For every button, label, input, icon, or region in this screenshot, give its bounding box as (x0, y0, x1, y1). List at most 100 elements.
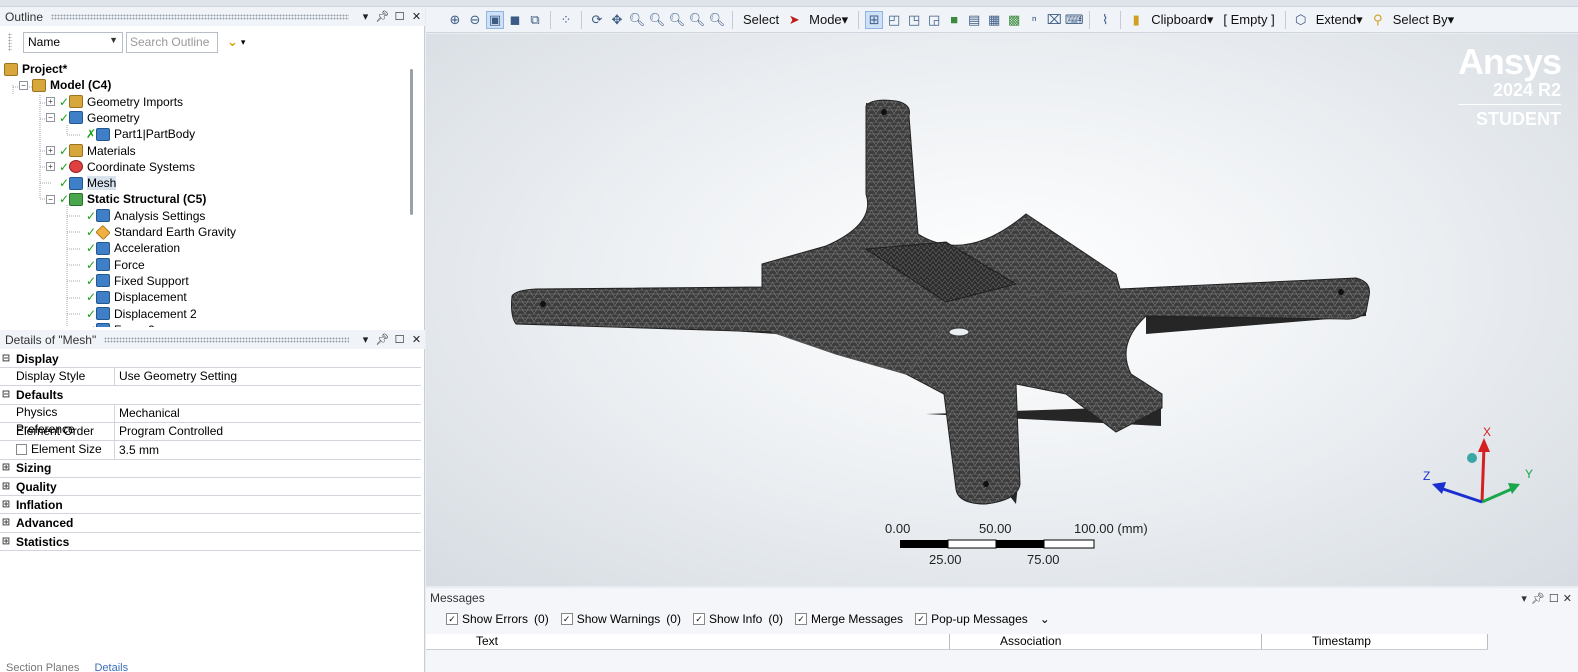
tree-item[interactable]: − ✓ Geometry (46, 110, 140, 126)
collapse-icon[interactable]: − (46, 194, 55, 204)
zoom-to-fit-icon[interactable]: ⊕ (446, 11, 464, 29)
select-cursor-icon[interactable]: ➤ (785, 11, 803, 29)
column-association[interactable]: Association (950, 634, 1262, 649)
select-edge-icon[interactable]: ◳ (905, 11, 923, 29)
box-zoom-icon[interactable]: ◼ (506, 11, 524, 29)
view-cube-icon[interactable]: ▣ (486, 10, 504, 29)
message-option[interactable]: ✓ Show Warnings (0) (560, 612, 681, 626)
mode-dropdown[interactable]: Mode▾ (805, 12, 852, 28)
property-value[interactable]: Use Geometry Setting (115, 368, 421, 385)
rotate-icon[interactable]: ⟳ (588, 11, 606, 29)
select-element-face-icon[interactable]: ▤ (965, 11, 983, 29)
collapse-icon[interactable]: − (46, 113, 55, 123)
select-button[interactable]: Select (739, 12, 783, 27)
details-group-row[interactable]: ⊞ Quality (0, 478, 421, 497)
select-face-icon[interactable]: ◲ (925, 11, 943, 29)
tree-item[interactable]: ✓ Mesh (59, 175, 117, 191)
tree-item[interactable]: + ✓ Geometry Imports (46, 94, 183, 110)
graphics-viewport[interactable]: Ansys 2024 R2 STUDENT 0.00 50.00 100.00 … (426, 34, 1578, 586)
tree-item[interactable]: ✓ Force (86, 257, 145, 273)
search-outline-input[interactable]: Search Outline (126, 31, 218, 53)
select-by-icon[interactable]: ⚲ (1369, 11, 1387, 29)
column-text[interactable]: Text (426, 634, 950, 649)
clipboard-icon[interactable]: ▮ (1127, 11, 1145, 29)
option-checkbox[interactable]: ✓ (692, 613, 705, 625)
outline-name-combo[interactable]: Name ▼ (23, 31, 123, 53)
option-checkbox[interactable]: ✓ (915, 613, 928, 625)
display-mode-icon[interactable]: ⧉ (526, 11, 544, 29)
parameter-checkbox[interactable] (16, 444, 27, 456)
probe-icon[interactable]: ⌨ (1065, 11, 1084, 29)
close-icon[interactable]: ✕ (408, 10, 425, 23)
extend-dropdown[interactable]: Extend▾ (1312, 12, 1367, 28)
panel-menu-icon[interactable]: ▾ (1521, 592, 1527, 605)
details-group-row[interactable]: ⊞ Sizing (0, 460, 421, 478)
select-node-icon[interactable]: ▩ (1005, 11, 1023, 29)
details-group-row[interactable]: ⊞ Inflation (0, 496, 421, 515)
tree-item[interactable]: ✗ Part1|PartBody (86, 126, 195, 142)
expand-icon[interactable]: ⊞ (0, 514, 12, 532)
tree-item[interactable]: ✓ Analysis Settings (86, 208, 205, 224)
zoom-icon[interactable]: 🔍︎ (628, 11, 646, 29)
clipboard-dropdown[interactable]: Clipboard▾ (1147, 12, 1217, 28)
label-icon[interactable]: ⌧ (1045, 11, 1063, 29)
extend-icon[interactable]: ⬡ (1292, 11, 1310, 29)
message-option[interactable]: ✓ Pop-up Messages (915, 612, 1028, 626)
expand-icon[interactable]: ⊞ (0, 478, 12, 496)
mesh-model[interactable] (426, 34, 1578, 586)
maximize-icon[interactable]: ☐ (391, 10, 408, 23)
details-group-row[interactable]: ⊟ Defaults (0, 387, 421, 405)
details-property-row[interactable]: Element Order Program Controlled (0, 422, 421, 442)
details-property-row[interactable]: Display Style Use Geometry Setting (0, 367, 421, 387)
details-group-row[interactable]: ⊟ Display (0, 350, 421, 368)
option-checkbox[interactable]: ✓ (795, 613, 808, 625)
tab-details[interactable]: Details (88, 662, 134, 672)
tree-item[interactable]: ✓ Fixed Support (86, 273, 189, 289)
close-icon[interactable]: ✕ (1563, 592, 1572, 605)
panel-menu-icon[interactable]: ▾ (357, 333, 374, 346)
tree-item[interactable]: ✓ Displacement (86, 289, 187, 305)
option-checkbox[interactable]: ✓ (560, 613, 573, 625)
details-property-row[interactable]: Physics Preference Mechanical (0, 404, 421, 436)
select-element-icon[interactable]: ▦ (985, 11, 1003, 29)
message-option[interactable]: ✓ Show Errors (0) (446, 612, 549, 626)
select-by-dropdown[interactable]: Select By▾ (1389, 12, 1458, 28)
tree-item[interactable]: ✓ Force 2 (86, 322, 155, 327)
message-option[interactable]: ✓ Show Info (0) (692, 612, 783, 626)
collapse-icon[interactable]: ⊟ (0, 386, 12, 404)
maximize-icon[interactable]: ☐ (1549, 592, 1559, 605)
close-icon[interactable]: ✕ (408, 333, 425, 346)
tab-section-planes[interactable]: Section Planes (0, 662, 85, 672)
property-value[interactable]: Program Controlled (115, 423, 421, 440)
panel-menu-icon[interactable]: ▾ (357, 10, 374, 23)
expand-icon[interactable]: ⊞ (0, 459, 12, 477)
select-vertex-icon[interactable]: ◰ (885, 11, 903, 29)
outline-scrollbar[interactable] (410, 69, 413, 215)
expand-icon[interactable]: ⊞ (0, 533, 12, 551)
filter-chevron-icon[interactable]: ⌄ (221, 34, 238, 50)
expand-icon[interactable]: + (46, 162, 55, 172)
collapse-icon[interactable]: ⊟ (0, 350, 12, 368)
coordinates-icon[interactable]: ⁿ (1025, 11, 1043, 29)
tree-item[interactable]: ✓ Acceleration (86, 240, 180, 256)
message-option[interactable]: ✓ Merge Messages (795, 612, 903, 626)
pin-icon[interactable]: 📌︎ (1531, 592, 1545, 605)
tree-item[interactable]: − ✓ Static Structural (C5) (46, 191, 206, 207)
property-value[interactable]: 3.5 mm (115, 442, 421, 459)
collapse-icon[interactable]: − (19, 80, 28, 90)
magnify-icon[interactable]: 🔍︎ (688, 11, 706, 29)
expand-icon[interactable]: + (46, 146, 55, 155)
zoom-out-icon[interactable]: ⊖ (466, 11, 484, 29)
tree-item[interactable]: − Model (C4) (19, 77, 111, 93)
tree-item[interactable]: + ✓ Materials (46, 143, 136, 159)
options-overflow-icon[interactable]: ⌄ (1040, 612, 1050, 626)
outline-drag-grip[interactable] (51, 13, 349, 20)
toolbar-overflow-icon[interactable]: ▾ (241, 37, 246, 48)
option-checkbox[interactable]: ✓ (446, 613, 458, 625)
select-body-icon[interactable]: ■ (945, 11, 963, 29)
details-drag-grip[interactable] (104, 336, 349, 343)
pin-icon[interactable]: 📌︎ (374, 333, 391, 346)
tree-item[interactable]: Project* (4, 61, 67, 77)
details-group-row[interactable]: ⊞ Advanced (0, 515, 421, 533)
chart-icon[interactable]: ⌇ (1096, 11, 1114, 29)
